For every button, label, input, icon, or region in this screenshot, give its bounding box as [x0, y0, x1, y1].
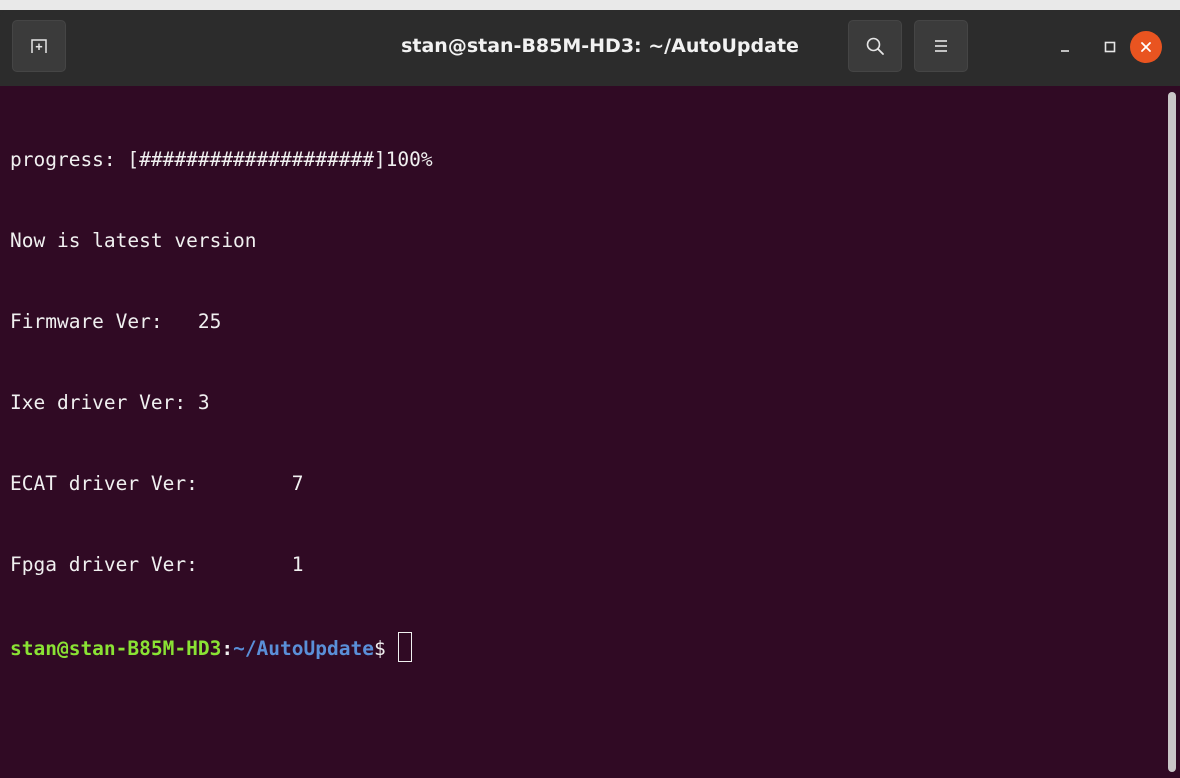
minimize-icon: [1061, 50, 1069, 52]
header-bar: stan@stan-B85M-HD3: ~/AutoUpdate: [0, 0, 1180, 86]
output-line: progress: [####################]100%: [10, 148, 433, 171]
close-icon: [1141, 42, 1151, 52]
output-line: Now is latest version: [10, 229, 257, 252]
menu-button[interactable]: [914, 20, 968, 72]
prompt-line: stan@stan-B85M-HD3:~/AutoUpdate$: [10, 632, 433, 662]
prompt-colon: :: [221, 637, 234, 660]
hamburger-menu-icon: [935, 40, 947, 52]
terminal-output: progress: [####################]100% Now…: [10, 92, 433, 713]
window-top-edge: [0, 0, 1180, 10]
maximize-button[interactable]: [1093, 30, 1127, 64]
minimize-button[interactable]: [1048, 30, 1082, 64]
output-line: Fpga driver Ver: 1: [10, 553, 304, 576]
new-tab-button[interactable]: [12, 20, 66, 72]
prompt-symbol: $: [373, 637, 386, 660]
output-line: Firmware Ver: 25: [10, 310, 222, 333]
search-icon: [866, 37, 884, 55]
close-button[interactable]: [1130, 31, 1162, 63]
prompt-user-host: stan@stan-B85M-HD3: [10, 637, 222, 660]
terminal-area[interactable]: progress: [####################]100% Now…: [0, 86, 1180, 778]
prompt-path: ~/AutoUpdate: [233, 637, 374, 660]
search-button[interactable]: [848, 20, 902, 72]
new-tab-icon: [31, 39, 47, 53]
scrollbar[interactable]: [1168, 92, 1176, 772]
maximize-icon: [1104, 41, 1116, 53]
terminal-window: stan@stan-B85M-HD3: ~/AutoUpdate progres…: [0, 0, 1180, 778]
output-line: Ixe driver Ver: 3: [10, 391, 210, 414]
text-cursor: [397, 632, 412, 662]
output-line: ECAT driver Ver: 7: [10, 472, 304, 495]
